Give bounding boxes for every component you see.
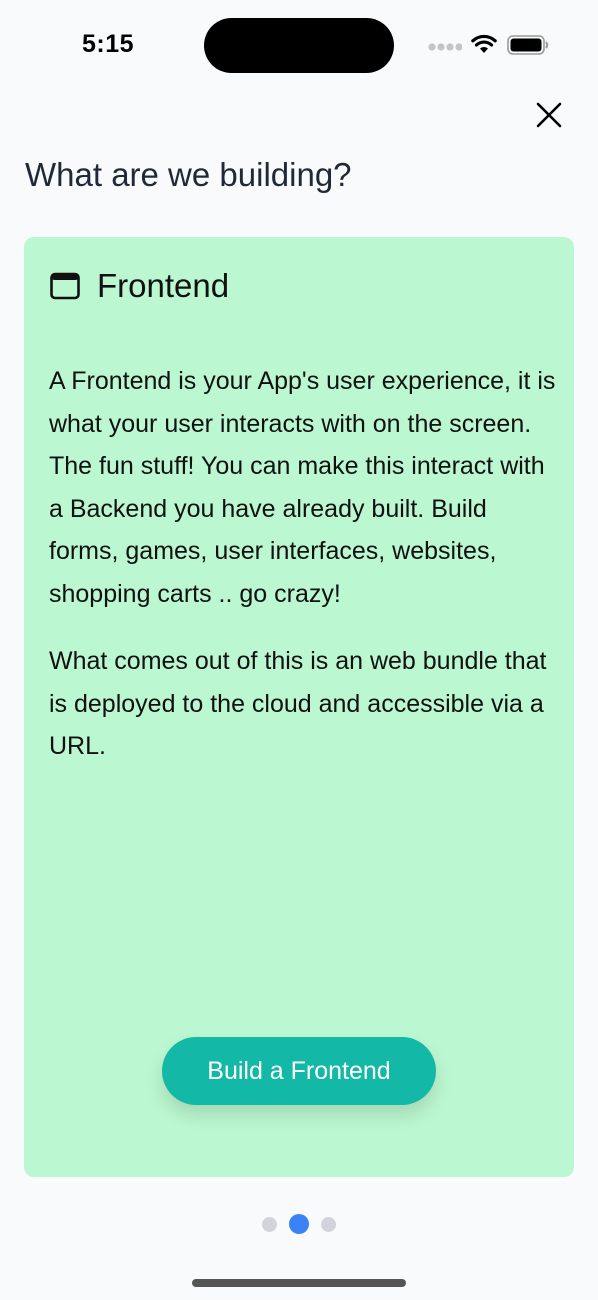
home-indicator[interactable] bbox=[192, 1279, 406, 1287]
card-description: A Frontend is your App's user experience… bbox=[49, 360, 559, 793]
page-dot-1[interactable] bbox=[262, 1216, 277, 1232]
battery-icon bbox=[507, 35, 549, 55]
screen: 5:15 What are we building? Frontend A Fr… bbox=[0, 0, 598, 1300]
close-icon bbox=[536, 102, 562, 128]
page-title: What are we building? bbox=[25, 156, 352, 193]
close-button[interactable] bbox=[530, 96, 568, 134]
page-dot-3[interactable] bbox=[321, 1216, 336, 1232]
wifi-icon bbox=[471, 34, 497, 53]
pagination-dots bbox=[0, 1214, 598, 1234]
window-icon bbox=[50, 272, 80, 300]
dynamic-island bbox=[204, 18, 394, 73]
page-dot-2-active[interactable] bbox=[289, 1214, 309, 1234]
description-paragraph: A Frontend is your App's user experience… bbox=[49, 367, 556, 608]
signal-icon bbox=[428, 43, 462, 51]
card-header: Frontend bbox=[50, 267, 229, 305]
description-paragraph: What comes out of this is an web bundle … bbox=[49, 647, 547, 760]
status-time: 5:15 bbox=[82, 30, 135, 58]
build-frontend-button[interactable]: Build a Frontend bbox=[162, 1037, 436, 1105]
card-title: Frontend bbox=[97, 267, 230, 304]
frontend-card: Frontend A Frontend is your App's user e… bbox=[24, 237, 574, 1177]
